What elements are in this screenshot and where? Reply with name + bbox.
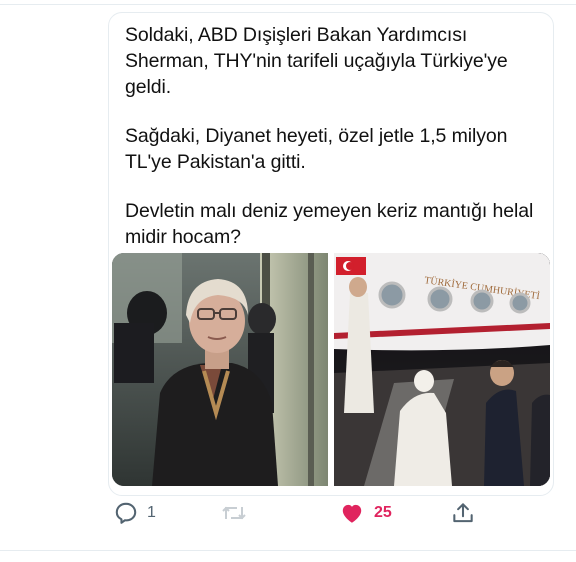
reply-count: 1 <box>147 504 156 521</box>
reply-button[interactable]: 1 <box>113 500 156 526</box>
tweet-media-grid: TÜRKİYE CUMHURİYETİ <box>112 253 550 486</box>
photo-delegation-jet-illustration: TÜRKİYE CUMHURİYETİ <box>334 253 550 486</box>
share-icon <box>453 503 473 523</box>
retweet-button[interactable] <box>220 500 256 526</box>
tweet-action-bar: 1 25 <box>108 500 552 540</box>
photo-woman-airport[interactable] <box>112 253 328 486</box>
heart-icon <box>342 504 362 523</box>
tweet-text: Soldaki, ABD Dışişleri Bakan Yardımcısı … <box>125 22 535 250</box>
comment-icon <box>115 502 137 524</box>
photo-delegation-jet[interactable]: TÜRKİYE CUMHURİYETİ <box>334 253 550 486</box>
tweet-paragraph: Soldaki, ABD Dışişleri Bakan Yardımcısı … <box>125 24 508 98</box>
bottom-divider <box>0 550 576 551</box>
tweet-paragraph: Sağdaki, Diyanet heyeti, özel jetle 1,5 … <box>125 125 508 173</box>
like-count: 25 <box>374 504 392 521</box>
photo-woman-airport-illustration <box>112 253 328 486</box>
like-button[interactable]: 25 <box>338 500 392 526</box>
share-button[interactable] <box>450 500 476 526</box>
retweet-icon <box>222 506 246 520</box>
tweet-paragraph: Devletin malı deniz yemeyen keriz mantığ… <box>125 200 534 248</box>
top-divider <box>0 4 576 5</box>
